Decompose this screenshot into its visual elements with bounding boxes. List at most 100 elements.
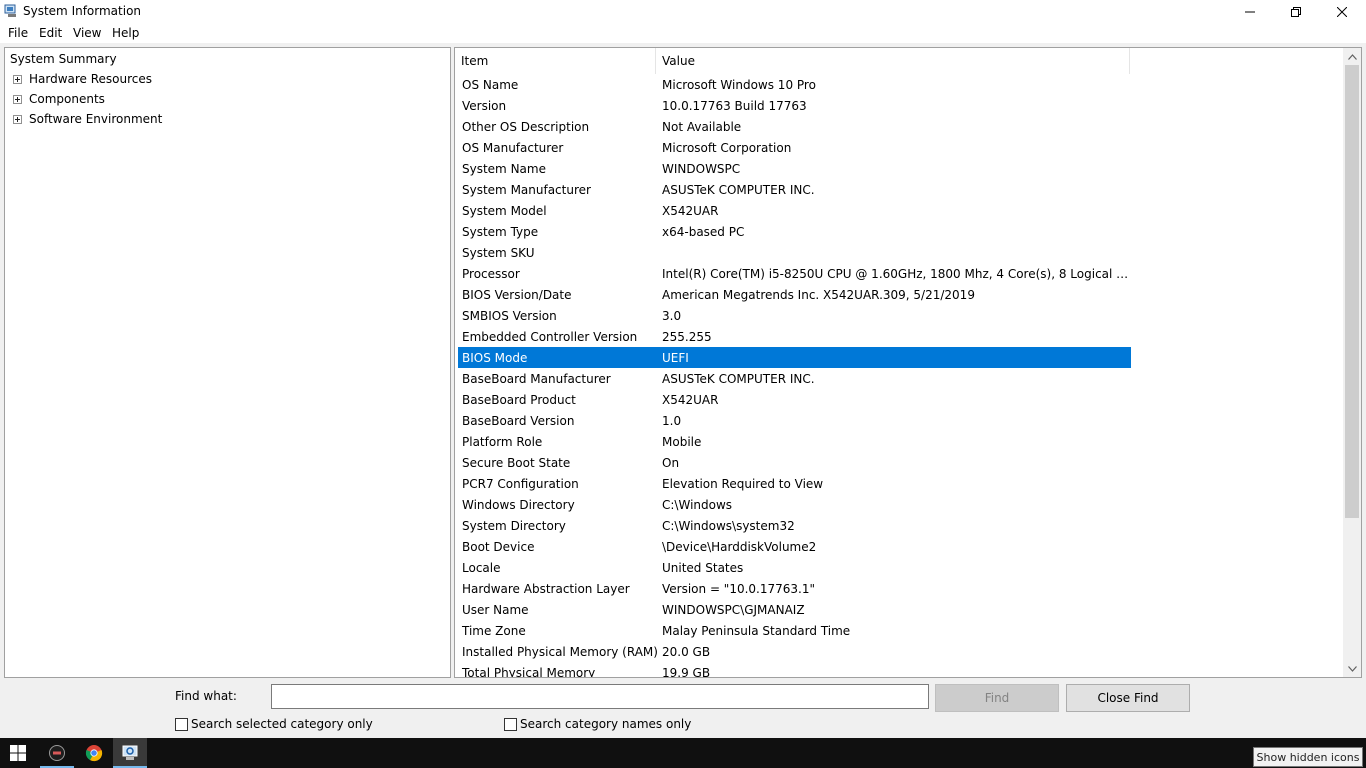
close-button[interactable] xyxy=(1319,0,1365,24)
find-what-input[interactable] xyxy=(271,684,929,709)
table-row[interactable]: Time Zone Malay Peninsula Standard Time xyxy=(458,620,1131,641)
expand-icon[interactable] xyxy=(13,115,22,124)
row-item-cell: Locale xyxy=(462,560,501,575)
row-item-cell: BIOS Version/Date xyxy=(462,287,572,302)
row-value-cell: WINDOWSPC xyxy=(662,161,741,176)
tree-item-label: Hardware Resources xyxy=(29,72,153,86)
search-category-names-checkbox[interactable]: Search category names only xyxy=(504,717,691,731)
table-row[interactable]: BIOS Mode UEFI xyxy=(458,347,1131,368)
table-row[interactable]: PCR7 Configuration Elevation Required to … xyxy=(458,473,1131,494)
menu-bar: File Edit View Help xyxy=(0,24,1366,43)
menu-help[interactable]: Help xyxy=(112,26,139,40)
close-find-button[interactable]: Close Find xyxy=(1066,684,1190,712)
table-row[interactable]: OS Manufacturer Microsoft Corporation xyxy=(458,137,1131,158)
menu-view[interactable]: View xyxy=(73,26,101,40)
row-item-cell: Embedded Controller Version xyxy=(462,329,638,344)
row-value-cell: Intel(R) Core(TM) i5-8250U CPU @ 1.60GHz… xyxy=(662,266,1131,281)
details-list[interactable]: Item Value OS Name Microsoft Windows 10 P… xyxy=(454,47,1362,678)
table-row[interactable]: Secure Boot State On xyxy=(458,452,1131,473)
row-value-cell: 20.0 GB xyxy=(662,644,711,659)
table-row[interactable]: BaseBoard Product X542UAR xyxy=(458,389,1131,410)
row-value-cell: C:\Windows\system32 xyxy=(662,518,795,533)
menu-edit[interactable]: Edit xyxy=(39,26,62,40)
expand-icon[interactable] xyxy=(13,75,22,84)
row-value-cell: 10.0.17763 Build 17763 xyxy=(662,98,807,113)
table-row[interactable]: Embedded Controller Version 255.255 xyxy=(458,326,1131,347)
row-value-cell: \Device\HarddiskVolume2 xyxy=(662,539,817,554)
table-row[interactable]: User Name WINDOWSPC\GJMANAIZ xyxy=(458,599,1131,620)
row-item-cell: System SKU xyxy=(462,245,535,260)
tree-item-software-environment[interactable]: Software Environment xyxy=(5,110,445,130)
table-row[interactable]: Hardware Abstraction Layer Version = "10.… xyxy=(458,578,1131,599)
expand-icon[interactable] xyxy=(13,95,22,104)
table-row[interactable]: System Manufacturer ASUSTeK COMPUTER INC. xyxy=(458,179,1131,200)
row-item-cell: Other OS Description xyxy=(462,119,590,134)
table-row[interactable]: Installed Physical Memory (RAM) 20.0 GB xyxy=(458,641,1131,662)
table-row[interactable]: System Model X542UAR xyxy=(458,200,1131,221)
row-item-cell: User Name xyxy=(462,602,529,617)
tree-item-label: System Summary xyxy=(10,52,117,66)
row-item-cell: System Model xyxy=(462,203,547,218)
row-item-cell: Hardware Abstraction Layer xyxy=(462,581,630,596)
system-information-icon[interactable] xyxy=(113,738,147,768)
row-item-cell: PCR7 Configuration xyxy=(462,476,579,491)
chrome-icon[interactable] xyxy=(77,738,111,768)
tree-item-hardware-resources[interactable]: Hardware Resources xyxy=(5,70,445,90)
row-value-cell: ASUSTeK COMPUTER INC. xyxy=(662,182,815,197)
row-item-cell: BaseBoard Version xyxy=(462,413,575,428)
row-item-cell: BIOS Mode xyxy=(462,350,528,365)
table-row[interactable]: System Name WINDOWSPC xyxy=(458,158,1131,179)
table-row[interactable]: BaseBoard Version 1.0 xyxy=(458,410,1131,431)
table-row[interactable]: System Type x64-based PC xyxy=(458,221,1131,242)
table-row[interactable]: Locale United States xyxy=(458,557,1131,578)
row-item-cell: OS Manufacturer xyxy=(462,140,564,155)
row-item-cell: OS Name xyxy=(462,77,519,92)
row-item-cell: System Type xyxy=(462,224,539,239)
show-hidden-icons-tooltip: Show hidden icons xyxy=(1253,747,1363,767)
find-button[interactable]: Find xyxy=(935,684,1059,712)
table-row[interactable]: BaseBoard Manufacturer ASUSTeK COMPUTER I… xyxy=(458,368,1131,389)
table-row[interactable]: Version 10.0.17763 Build 17763 xyxy=(458,95,1131,116)
menu-file[interactable]: File xyxy=(8,26,28,40)
taskbar xyxy=(0,738,1366,768)
row-value-cell: 255.255 xyxy=(662,329,712,344)
vertical-scrollbar[interactable] xyxy=(1343,48,1361,677)
tree-item-system-summary[interactable]: System Summary xyxy=(5,50,445,70)
row-value-cell: Microsoft Windows 10 Pro xyxy=(662,77,816,92)
row-value-cell: Elevation Required to View xyxy=(662,476,824,491)
table-row[interactable]: OS Name Microsoft Windows 10 Pro xyxy=(458,74,1131,95)
column-header-item[interactable]: Item xyxy=(455,48,656,74)
scroll-down-icon[interactable] xyxy=(1343,660,1361,677)
table-row[interactable]: Platform Role Mobile xyxy=(458,431,1131,452)
checkbox-box[interactable] xyxy=(175,717,188,731)
row-value-cell: United States xyxy=(662,560,744,575)
table-row[interactable]: Other OS Description Not Available xyxy=(458,116,1131,137)
row-item-cell: Processor xyxy=(462,266,520,281)
category-tree[interactable]: System Summary Hardware Resources Compon… xyxy=(4,47,451,678)
minimize-button[interactable] xyxy=(1227,0,1273,24)
table-row[interactable]: System Directory C:\Windows\system32 xyxy=(458,515,1131,536)
table-row[interactable]: Processor Intel(R) Core(TM) i5-8250U CPU … xyxy=(458,263,1131,284)
row-value-cell: UEFI xyxy=(662,350,689,365)
search-selected-category-checkbox[interactable]: Search selected category only xyxy=(175,717,373,731)
row-value-cell: Mobile xyxy=(662,434,702,449)
list-rows: OS Name Microsoft Windows 10 Pro Version 10… xyxy=(458,74,1131,678)
table-row[interactable]: System SKU xyxy=(458,242,1131,263)
table-row[interactable]: Boot Device \Device\HarddiskVolume2 xyxy=(458,536,1131,557)
table-row[interactable]: Total Physical Memory 19.9 GB xyxy=(458,662,1131,678)
system-information-icon xyxy=(4,4,18,18)
table-row[interactable]: Windows Directory C:\Windows xyxy=(458,494,1131,515)
restore-button[interactable] xyxy=(1273,0,1319,24)
checkbox-box[interactable] xyxy=(504,717,517,731)
row-item-cell: BaseBoard Product xyxy=(462,392,576,407)
scroll-up-icon[interactable] xyxy=(1343,48,1361,65)
tree-item-components[interactable]: Components xyxy=(5,90,445,110)
row-item-cell: Installed Physical Memory (RAM) xyxy=(462,644,658,659)
scroll-thumb[interactable] xyxy=(1345,65,1359,518)
table-row[interactable]: BIOS Version/Date American Megatrends Inc… xyxy=(458,284,1131,305)
table-row[interactable]: SMBIOS Version 3.0 xyxy=(458,305,1131,326)
windows-start-icon[interactable] xyxy=(1,738,35,768)
row-value-cell: C:\Windows xyxy=(662,497,733,512)
app-icon[interactable] xyxy=(40,738,74,768)
column-header-value[interactable]: Value xyxy=(656,48,1130,74)
